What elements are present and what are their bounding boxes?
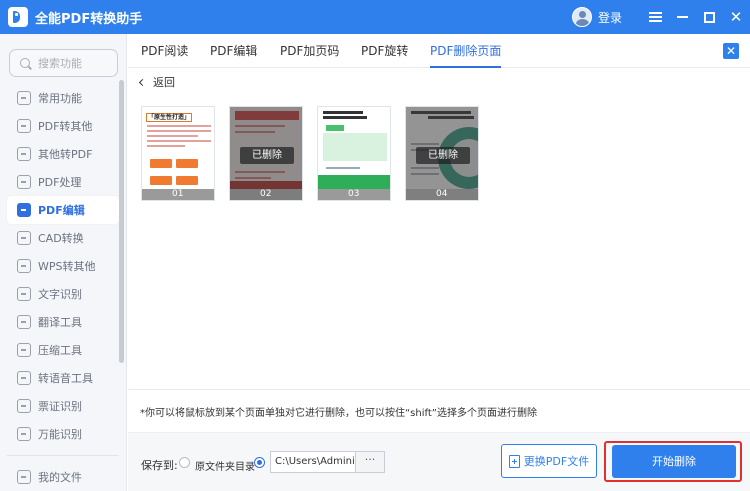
sidebar-item-pdf-export[interactable]: PDF转其他 (7, 112, 119, 140)
sidebar-item-label: PDF处理 (38, 176, 82, 189)
sidebar-item-ocr[interactable]: 文字识别 (7, 280, 119, 308)
page-number: 01 (142, 189, 214, 200)
sidebar-item-label: 万能识别 (38, 428, 82, 441)
pdf-import-icon (17, 147, 31, 161)
sidebar-item-compress[interactable]: 压缩工具 (7, 336, 119, 364)
sidebar-item-pdf-import[interactable]: 其他转PDF (7, 140, 119, 168)
app-title: 全能PDF转换助手 (35, 11, 143, 27)
minimize-button[interactable] (669, 4, 695, 30)
page-number: 04 (406, 189, 478, 200)
hamburger-icon (648, 12, 662, 22)
page-buttons (150, 159, 210, 193)
tip-text: *你可以将鼠标放到某个页面单独对它进行删除，也可以按住“shift”选择多个页面… (140, 408, 537, 419)
search-icon (20, 58, 30, 68)
maximize-button[interactable] (696, 4, 722, 30)
sidebar-item-label: CAD转换 (38, 232, 84, 245)
page-footer-bar (318, 175, 390, 189)
sidebar-scrollbar[interactable] (119, 80, 124, 363)
tab-pdf-edit[interactable]: PDF编辑 (210, 34, 257, 68)
sidebar-item-translate[interactable]: 翻译工具 (7, 308, 119, 336)
sidebar-item-label: 其他转PDF (38, 148, 93, 161)
maximize-icon (703, 11, 715, 23)
compress-icon (17, 343, 31, 357)
pdf-edit-icon (17, 203, 31, 217)
replace-pdf-button[interactable]: 更换PDF文件 (501, 444, 597, 478)
wps-icon (17, 259, 31, 273)
sidebar-divider (7, 455, 119, 456)
sidebar-item-pdf-edit[interactable]: PDF编辑 (7, 196, 119, 224)
sidebar-item-wps[interactable]: WPS转其他 (7, 252, 119, 280)
universal-ocr-icon (17, 427, 31, 441)
search-input[interactable]: 搜索功能 (9, 49, 118, 77)
tab-pdf-read[interactable]: PDF阅读 (141, 34, 188, 68)
sidebar-item-ticket[interactable]: 票证识别 (7, 392, 119, 420)
page-number: 02 (230, 189, 302, 200)
page-title: 「原生性打造」 (146, 113, 193, 122)
page-thumbnail-01[interactable]: 「原生性打造」 01 (141, 106, 215, 201)
tab-pdf-rotate[interactable]: PDF旋转 (361, 34, 408, 68)
sidebar-item-pdf-process[interactable]: PDF处理 (7, 168, 119, 196)
avatar[interactable] (571, 7, 592, 27)
home-icon (17, 91, 31, 105)
sidebar-item-my-files[interactable]: 我的文件 (7, 463, 119, 491)
speech-icon (17, 371, 31, 385)
sidebar-item-label: 压缩工具 (38, 344, 82, 357)
divider (128, 389, 750, 390)
cad-icon (17, 231, 31, 245)
save-to-label: 保存到: (141, 459, 178, 472)
sidebar-item-label: PDF编辑 (38, 204, 85, 217)
sidebar-item-label: 转语音工具 (38, 372, 93, 385)
back-label: 返回 (153, 76, 175, 89)
start-delete-button[interactable]: 开始删除 (612, 445, 736, 478)
sidebar-item-cad[interactable]: CAD转换 (7, 224, 119, 252)
login-link[interactable]: 登录 (598, 9, 622, 26)
tab-pdf-delete-pages[interactable]: PDF删除页面 (430, 34, 502, 68)
ocr-icon (17, 287, 31, 301)
search-placeholder: 搜索功能 (38, 57, 82, 70)
pdf-export-icon (17, 119, 31, 133)
sidebar-item-label: PDF转其他 (38, 120, 93, 133)
page-text-lines (147, 125, 211, 150)
page-highlight-box (323, 133, 387, 161)
source-folder-label: 原文件夹目录 (195, 462, 255, 473)
sidebar-item-label: 文字识别 (38, 288, 82, 301)
sidebar-item-label: 翻译工具 (38, 316, 82, 329)
minimize-icon (676, 16, 688, 18)
replace-pdf-label: 更换PDF文件 (523, 455, 590, 468)
title-bar: 全能PDF转换助手 登录 ✕ (0, 0, 750, 34)
sidebar-nav: 常用功能 PDF转其他 其他转PDF PDF处理 PDF编辑 CAD转换 WPS转其他 文字识… (7, 84, 119, 491)
panel-close-button[interactable]: ✕ (723, 43, 739, 59)
translate-icon (17, 315, 31, 329)
sidebar-item-home[interactable]: 常用功能 (7, 84, 119, 112)
close-button[interactable]: ✕ (723, 4, 749, 30)
deleted-badge: 已删除 (240, 147, 294, 164)
sidebar-item-speech[interactable]: 转语音工具 (7, 364, 119, 392)
ticket-icon (17, 399, 31, 413)
browse-path-button[interactable]: ··· (355, 452, 384, 472)
add-file-icon (508, 454, 520, 468)
sidebar-item-label: 我的文件 (38, 471, 82, 484)
tab-bar: PDF阅读 PDF编辑 PDF加页码 PDF旋转 PDF删除页面 (128, 34, 750, 68)
menu-button[interactable] (642, 4, 668, 30)
app-logo-icon (8, 7, 28, 27)
page-thumbnail-02[interactable]: 已删除 02 (229, 106, 303, 201)
page-thumbnail-03[interactable]: 03 (317, 106, 391, 201)
close-icon: ✕ (729, 8, 743, 26)
back-button[interactable]: 返回 (138, 74, 175, 90)
page-number: 03 (318, 189, 390, 200)
deleted-badge: 已删除 (416, 147, 470, 164)
pdf-process-icon (17, 175, 31, 189)
close-icon: ✕ (725, 44, 737, 58)
chevron-left-icon (138, 78, 147, 86)
sidebar-item-label: 票证识别 (38, 400, 82, 413)
radio-custom-path[interactable] (254, 457, 265, 468)
sidebar-item-label: WPS转其他 (38, 260, 96, 273)
folder-icon (17, 470, 31, 484)
sidebar-item-label: 常用功能 (38, 92, 82, 105)
sidebar-item-universal-ocr[interactable]: 万能识别 (7, 420, 119, 448)
tab-pdf-page-number[interactable]: PDF加页码 (280, 34, 339, 68)
page-thumbnail-04[interactable]: 已删除 04 (405, 106, 479, 201)
sidebar: 搜索功能 常用功能 PDF转其他 其他转PDF PDF处理 PDF编辑 CAD转换 WPS转… (0, 34, 127, 491)
radio-source-folder[interactable] (179, 457, 190, 468)
